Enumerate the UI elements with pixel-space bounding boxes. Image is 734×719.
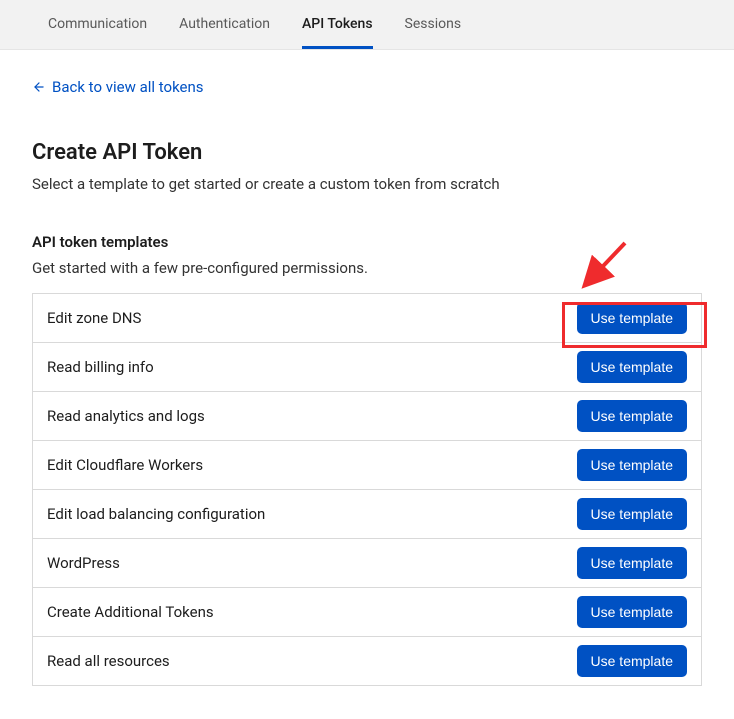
tab-communication[interactable]: Communication <box>48 0 147 49</box>
tab-authentication[interactable]: Authentication <box>179 0 270 49</box>
template-name: Read billing info <box>47 358 154 376</box>
template-row-read-all-resources: Read all resources Use template <box>33 637 701 686</box>
use-template-button[interactable]: Use template <box>577 498 687 530</box>
back-link-label: Back to view all tokens <box>52 78 204 96</box>
tab-bar: Communication Authentication API Tokens … <box>0 0 734 50</box>
use-template-button[interactable]: Use template <box>577 351 687 383</box>
template-name: Edit zone DNS <box>47 309 141 327</box>
arrow-left-icon <box>32 80 46 94</box>
section-title: API token templates <box>32 233 702 251</box>
template-row-edit-load-balancing-configuration: Edit load balancing configuration Use te… <box>33 490 701 539</box>
tab-api-tokens[interactable]: API Tokens <box>302 0 373 49</box>
page-subtitle: Select a template to get started or crea… <box>32 175 702 193</box>
template-row-read-billing-info: Read billing info Use template <box>33 343 701 392</box>
template-name: WordPress <box>47 554 120 572</box>
use-template-button[interactable]: Use template <box>577 449 687 481</box>
template-row-create-additional-tokens: Create Additional Tokens Use template <box>33 588 701 637</box>
section-subtitle: Get started with a few pre-configured pe… <box>32 259 702 277</box>
content-area: Back to view all tokens Create API Token… <box>0 50 734 706</box>
template-name: Edit Cloudflare Workers <box>47 456 203 474</box>
use-template-button[interactable]: Use template <box>577 302 687 334</box>
template-row-edit-cloudflare-workers: Edit Cloudflare Workers Use template <box>33 441 701 490</box>
page-title: Create API Token <box>32 140 702 165</box>
use-template-button[interactable]: Use template <box>577 596 687 628</box>
use-template-button[interactable]: Use template <box>577 547 687 579</box>
template-row-wordpress: WordPress Use template <box>33 539 701 588</box>
template-row-read-analytics-and-logs: Read analytics and logs Use template <box>33 392 701 441</box>
tab-sessions[interactable]: Sessions <box>405 0 462 49</box>
template-name: Read analytics and logs <box>47 407 205 425</box>
use-template-button[interactable]: Use template <box>577 645 687 677</box>
template-name: Edit load balancing configuration <box>47 505 265 523</box>
template-row-edit-zone-dns: Edit zone DNS Use template <box>33 294 701 343</box>
template-name: Create Additional Tokens <box>47 603 214 621</box>
use-template-button[interactable]: Use template <box>577 400 687 432</box>
template-list: Edit zone DNS Use template Read billing … <box>32 293 702 686</box>
template-name: Read all resources <box>47 652 170 670</box>
back-link[interactable]: Back to view all tokens <box>32 78 204 96</box>
